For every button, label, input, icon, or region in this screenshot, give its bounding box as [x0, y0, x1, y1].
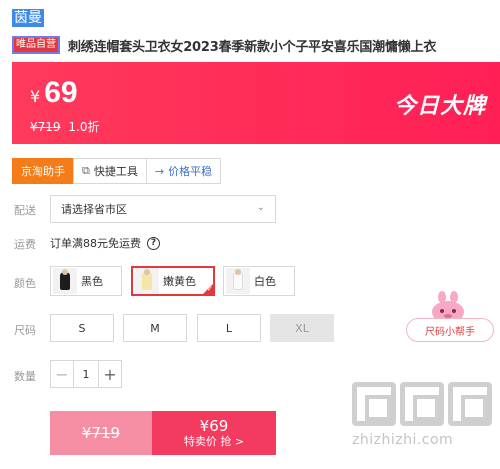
size-option-s[interactable]: S: [50, 314, 114, 342]
original-price: ¥719: [30, 120, 61, 134]
address-select[interactable]: 请选择省市区 ⌄: [50, 195, 276, 223]
watermark: zhizhizhi.com: [352, 382, 494, 462]
shipping-info: 订单满88元免运费 ?: [50, 235, 160, 251]
size-label: 尺码: [14, 324, 36, 337]
today-brand-label: 今日大牌: [393, 94, 486, 119]
watermark-logo: [352, 382, 494, 426]
product-title: 刺绣连帽套头卫衣女2023春季新款小个子平安喜乐国潮慵懒上衣: [68, 39, 437, 55]
arrow-right-icon: →: [154, 164, 165, 178]
size-helper-button[interactable]: 尺码小帮手: [406, 318, 494, 342]
size-option-m[interactable]: M: [123, 314, 187, 342]
color-option-white[interactable]: 白色: [223, 266, 295, 296]
brand-name[interactable]: 茵曼: [12, 9, 44, 27]
tool-tabs: 京淘助手 ⧉ 快捷工具 → 价格平稳: [12, 158, 222, 184]
buy-price: ¥69: [199, 416, 229, 435]
tab-label: 快捷工具: [93, 165, 138, 178]
tab-price-trend[interactable]: → 价格平稳: [145, 158, 222, 184]
title-row: 唯品自营 刺绣连帽套头卫衣女2023春季新款小个子平安喜乐国潮慵懒上衣: [12, 35, 436, 55]
color-option-label: 白色: [254, 275, 276, 288]
tab-label: 价格平稳: [168, 165, 213, 178]
tab-jingtao-assistant[interactable]: 京淘助手: [12, 158, 74, 184]
currency-symbol: ¥: [30, 87, 41, 106]
current-price: ¥ 69: [30, 76, 78, 110]
shipping-label: 运费: [14, 238, 36, 251]
address-placeholder: 请选择省市区: [61, 203, 127, 216]
copy-icon: ⧉: [82, 164, 90, 177]
chevron-down-icon: ⌄: [256, 202, 265, 213]
color-option-label: 嫩黄色: [163, 275, 196, 288]
quantity-value[interactable]: 1: [73, 361, 99, 387]
quantity-stepper: − 1 +: [50, 360, 122, 388]
color-swatch-thumbnail: [226, 268, 250, 294]
minus-icon[interactable]: −: [51, 361, 73, 387]
color-swatch-thumbnail: [53, 268, 77, 294]
buy-now-button[interactable]: ¥69 特卖价 抢 >: [152, 411, 276, 455]
color-label: 颜色: [14, 277, 36, 290]
color-option-light-yellow[interactable]: 嫩黄色 ✓: [131, 266, 215, 296]
help-icon[interactable]: ?: [147, 236, 160, 250]
size-option-l[interactable]: L: [197, 314, 261, 342]
size-option-xl: XL: [270, 314, 334, 342]
watermark-site: zhizhizhi.com: [352, 432, 454, 448]
shipping-text: 订单满88元免运费: [50, 237, 141, 250]
delivery-label: 配送: [14, 204, 36, 217]
selected-check-icon: ✓: [202, 283, 214, 295]
tab-label: 京淘助手: [21, 165, 65, 178]
price-value: 69: [44, 76, 78, 109]
quantity-label: 数量: [14, 370, 36, 383]
color-option-label: 黑色: [81, 275, 103, 288]
price-sub: ¥719 1.0折: [30, 118, 99, 135]
tab-quick-tools[interactable]: ⧉ 快捷工具: [73, 158, 147, 184]
buy-cta: 特卖价 抢 >: [183, 434, 245, 448]
color-swatch-thumbnail: [135, 268, 159, 294]
color-option-black[interactable]: 黑色: [50, 266, 122, 296]
self-operated-badge: 唯品自营: [12, 36, 60, 54]
buy-bar: ¥719 ¥69 特卖价 抢 >: [50, 411, 276, 455]
plus-icon[interactable]: +: [99, 361, 121, 387]
price-banner: ¥ 69 ¥719 1.0折 今日大牌: [12, 62, 500, 144]
original-price-button[interactable]: ¥719: [50, 411, 152, 455]
discount-label: 1.0折: [68, 120, 100, 134]
